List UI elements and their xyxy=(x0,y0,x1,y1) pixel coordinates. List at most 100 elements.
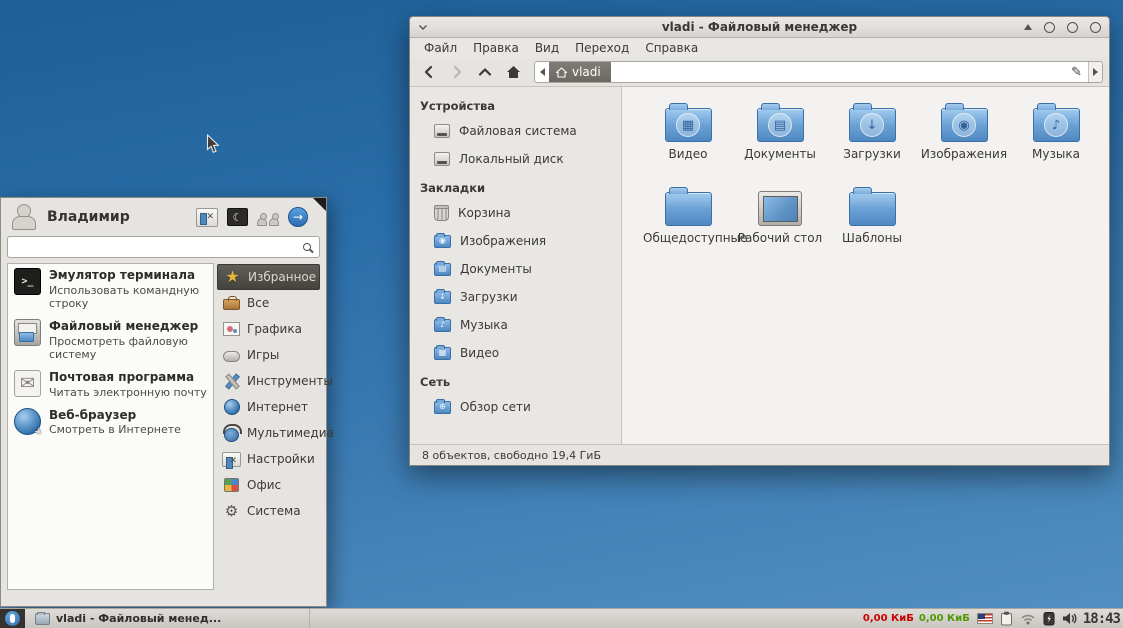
mouse-cursor xyxy=(206,134,220,157)
folder-downloads-icon: ↓ xyxy=(434,291,451,304)
category-games[interactable]: Игры xyxy=(217,342,320,368)
username: Владимир xyxy=(47,209,186,225)
applications-menu-button[interactable] xyxy=(0,609,25,628)
star-icon: ★ xyxy=(223,268,242,286)
app-item-terminal[interactable]: >_ Эмулятор терминала Использовать коман… xyxy=(8,264,213,315)
menu-file[interactable]: Файл xyxy=(416,38,465,58)
up-button[interactable] xyxy=(472,60,498,85)
minimize-button[interactable] xyxy=(1044,22,1055,33)
path-home-button[interactable]: vladi xyxy=(549,62,611,82)
folder-videos-icon: ▦ xyxy=(665,108,712,142)
menu-go[interactable]: Переход xyxy=(567,38,637,58)
file-item-templates[interactable]: Шаблоны xyxy=(826,185,918,269)
web-browser-icon xyxy=(14,408,41,435)
app-item-web-browser[interactable]: Веб-браузер Смотреть в Интернете xyxy=(8,404,213,441)
category-system[interactable]: ⚙ Система xyxy=(217,498,320,524)
sidebar-item-documents[interactable]: ▤ Документы xyxy=(410,255,621,283)
menu-help[interactable]: Справка xyxy=(637,38,706,58)
home-button[interactable] xyxy=(500,60,526,85)
settings-manager-button[interactable] xyxy=(196,208,218,227)
window-title: vladi - Файловый менеджер xyxy=(410,20,1109,34)
hard-drive-icon xyxy=(434,152,450,166)
home-icon xyxy=(556,67,567,78)
categories-list: ★ Избранное Все Графика Игры Инстр xyxy=(217,263,320,590)
power-manager-icon[interactable] xyxy=(1043,611,1055,626)
headphones-icon xyxy=(222,424,241,442)
sidebar-item-network-browse[interactable]: ⊕ Обзор сети xyxy=(410,393,621,421)
file-item-documents[interactable]: ▤ Документы xyxy=(734,101,826,185)
gear-icon: ⚙ xyxy=(222,502,241,520)
category-office[interactable]: Офис xyxy=(217,472,320,498)
search-box[interactable] xyxy=(7,236,320,258)
path-scroll-right-button[interactable] xyxy=(1088,62,1102,82)
file-manager-task-icon xyxy=(35,613,50,625)
toolbar: vladi ✎ xyxy=(410,58,1109,87)
file-item-desktop[interactable]: Рабочий стол xyxy=(734,185,826,269)
shade-button[interactable] xyxy=(1024,24,1032,30)
sidebar-item-music[interactable]: ♪ Музыка xyxy=(410,311,621,339)
edit-path-pencil-icon[interactable]: ✎ xyxy=(1065,65,1088,80)
switch-user-button[interactable] xyxy=(257,209,279,226)
hard-drive-icon xyxy=(434,124,450,138)
desktop-monitor-icon xyxy=(758,191,802,226)
clipboard-icon[interactable] xyxy=(1000,611,1013,626)
keyboard-layout-us-flag-icon[interactable] xyxy=(977,613,993,624)
sidebar-item-local-disk[interactable]: Локальный диск xyxy=(410,145,621,173)
folder-documents-icon: ▤ xyxy=(434,263,451,276)
file-manager-icon xyxy=(14,319,41,346)
clock[interactable]: 18:43 xyxy=(1083,611,1120,627)
volume-icon[interactable] xyxy=(1062,612,1077,625)
folder-icon xyxy=(665,192,712,226)
folder-documents-icon: ▤ xyxy=(757,108,804,142)
user-avatar[interactable] xyxy=(9,203,37,231)
category-multimedia[interactable]: Мультимедиа xyxy=(217,420,320,446)
download-emblem-icon: ↓ xyxy=(860,113,884,137)
app-item-file-manager[interactable]: Файловый менеджер Просмотреть файловую с… xyxy=(8,315,213,366)
status-text: 8 объектов, свободно 19,4 ГиБ xyxy=(422,449,601,462)
sidebar-item-filesystem[interactable]: Файловая система xyxy=(410,117,621,145)
office-grid-icon xyxy=(222,476,241,494)
folder-music-icon: ♪ xyxy=(1033,108,1080,142)
category-favorites[interactable]: ★ Избранное xyxy=(217,264,320,290)
film-emblem-icon: ▦ xyxy=(676,113,700,137)
menu-view[interactable]: Вид xyxy=(527,38,567,58)
forward-button[interactable] xyxy=(444,60,470,85)
search-input[interactable] xyxy=(14,240,303,254)
titlebar[interactable]: vladi - Файловый менеджер xyxy=(410,17,1109,38)
folder-network-icon: ⊕ xyxy=(434,401,451,414)
file-item-public[interactable]: Общедоступные xyxy=(642,185,734,269)
category-all[interactable]: Все xyxy=(217,290,320,316)
files-view[interactable]: ▦ Видео ▤ Документы ↓ Загрузки ◉ Изображ… xyxy=(622,87,1109,444)
file-item-music[interactable]: ♪ Музыка xyxy=(1010,101,1102,185)
category-internet[interactable]: Интернет xyxy=(217,394,320,420)
wifi-icon[interactable] xyxy=(1020,612,1036,625)
sidebar-item-downloads[interactable]: ↓ Загрузки xyxy=(410,283,621,311)
logout-arrow-icon: → xyxy=(293,211,303,223)
back-button[interactable] xyxy=(416,60,442,85)
file-manager-window: vladi - Файловый менеджер Файл Правка Ви… xyxy=(409,16,1110,466)
lock-screen-button[interactable]: ☾ xyxy=(227,208,248,226)
category-graphics[interactable]: Графика xyxy=(217,316,320,342)
window-menu-chevron-icon[interactable] xyxy=(418,24,432,31)
path-scroll-left-button[interactable] xyxy=(535,62,549,82)
file-item-images[interactable]: ◉ Изображения xyxy=(918,101,1010,185)
desktop-background[interactable]: vladi - Файловый менеджер Файл Правка Ви… xyxy=(0,0,1123,628)
app-item-mail[interactable]: ✉ Почтовая программа Читать электронную … xyxy=(8,366,213,403)
folder-icon xyxy=(849,192,896,226)
trash-icon xyxy=(434,206,449,221)
path-segment-label: vladi xyxy=(572,65,601,79)
close-button[interactable] xyxy=(1090,22,1101,33)
menu-edit[interactable]: Правка xyxy=(465,38,527,58)
file-item-downloads[interactable]: ↓ Загрузки xyxy=(826,101,918,185)
taskbar-window-button[interactable]: vladi - Файловый менед... xyxy=(25,609,310,628)
logout-button[interactable]: → xyxy=(288,207,308,227)
category-accessories[interactable]: Инструменты xyxy=(217,368,320,394)
category-settings[interactable]: Настройки xyxy=(217,446,320,472)
sidebar-item-trash[interactable]: Корзина xyxy=(410,199,621,227)
camera-emblem-icon: ◉ xyxy=(952,113,976,137)
file-item-videos[interactable]: ▦ Видео xyxy=(642,101,734,185)
maximize-button[interactable] xyxy=(1067,22,1078,33)
sidebar-item-images[interactable]: ◉ Изображения xyxy=(410,227,621,255)
sidebar-item-videos[interactable]: ▦ Видео xyxy=(410,339,621,367)
folder-videos-icon: ▦ xyxy=(434,347,451,360)
